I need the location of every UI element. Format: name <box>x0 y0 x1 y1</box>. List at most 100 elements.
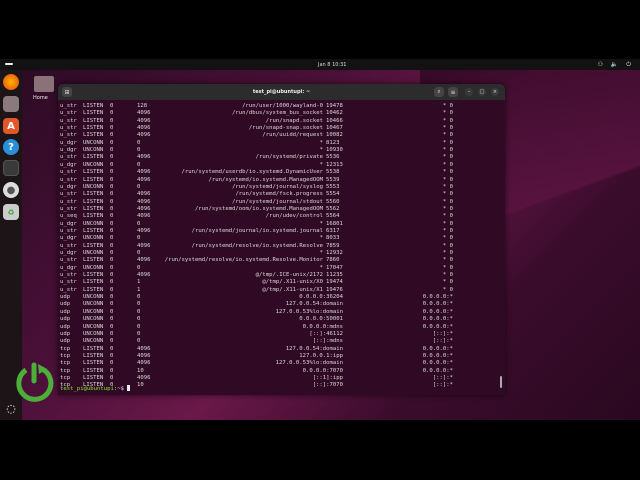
local-address: 127.0.0.53%lo:domain <box>275 360 343 367</box>
state: UNCONN <box>83 338 104 345</box>
help-icon[interactable]: ? <box>3 139 19 155</box>
recv-q: 0 <box>110 279 114 286</box>
scrollbar[interactable] <box>500 376 502 388</box>
port: 10466 <box>326 117 343 124</box>
state: LISTEN <box>83 191 104 198</box>
local-address: /run/systemd/resolve/io.systemd.Resolve <box>191 242 323 249</box>
recv-q: 0 <box>110 286 114 293</box>
local-address: /run/systemd/journal/stdout <box>232 198 323 205</box>
local-address: 0.0.0.0:7070 <box>302 367 343 374</box>
netid: tcp <box>60 374 71 381</box>
prompt-path: :~$ <box>113 386 128 392</box>
send-q: 0 <box>137 250 141 256</box>
port: 8123 <box>326 139 340 146</box>
socket-row: u_dgr UNCONN 0 0 * 10930 * 0 <box>58 147 505 154</box>
terminal-window[interactable]: ⊞ test_pi@ubuntupi: ~ ⌕ ≡ – □ × u_str LIS… <box>58 84 505 395</box>
maximize-icon[interactable]: □ <box>478 88 486 96</box>
trash-icon[interactable]: ♻ <box>3 204 19 220</box>
netid: u_str <box>60 125 77 132</box>
local-address: * <box>319 250 323 256</box>
terminal-titlebar[interactable]: ⊞ test_pi@ubuntupi: ~ ⌕ ≡ – □ × <box>58 84 505 100</box>
port: 17047 <box>326 264 343 271</box>
local-address: /run/udev/control <box>265 213 323 220</box>
netid: u_dgr <box>60 147 77 154</box>
socket-row: u_str LISTEN 0 4096/run/snapd.socket 10466 * … <box>58 118 505 125</box>
peer-address: * 0 <box>442 191 453 198</box>
send-q: 0 <box>137 294 141 301</box>
port: 12313 <box>326 161 343 168</box>
state: UNCONN <box>83 301 104 308</box>
netid: u_dgr <box>60 139 77 146</box>
recv-q: 0 <box>110 220 114 227</box>
socket-row: u_str LISTEN 0 4096/run/uuidd/request 10082 *… <box>58 132 505 139</box>
cursor <box>127 385 131 391</box>
port: 12932 <box>326 250 343 256</box>
recv-q: 0 <box>110 235 114 242</box>
state: LISTEN <box>83 110 104 117</box>
port: 19474 <box>326 279 343 286</box>
state: LISTEN <box>83 169 104 176</box>
local-address: * <box>319 235 323 242</box>
activities-button[interactable] <box>5 63 13 65</box>
minimize-icon[interactable]: – <box>465 88 473 96</box>
socket-row: udp UNCONN 0 0 127.0.0.54:domain 0.0.0.0:* <box>58 301 505 308</box>
state: UNCONN <box>83 183 104 190</box>
app-center-icon[interactable]: A <box>3 118 19 134</box>
shell-prompt[interactable]: test_pi@ubuntupi:~$ <box>60 385 131 392</box>
system-tray[interactable]: ⚇ 🔈 ⏻ <box>598 61 634 69</box>
send-q: 4096 <box>137 213 151 220</box>
peer-address: * 0 <box>442 161 453 168</box>
peer-address: * 0 <box>442 154 453 161</box>
peer-address: * 0 <box>442 125 453 132</box>
top-bar: Jan 8 10:31 ⚇ 🔈 ⏻ <box>0 59 640 70</box>
firefox-icon[interactable] <box>3 74 19 90</box>
state: LISTEN <box>83 227 104 234</box>
terminal-icon[interactable] <box>3 160 19 176</box>
netid: u_str <box>60 227 77 234</box>
state: LISTEN <box>83 279 104 286</box>
recv-q: 0 <box>110 316 114 323</box>
port: 7859 <box>326 242 340 249</box>
socket-row: u_str LISTEN 0 4096/run/systemd/userdb/io.s… <box>58 169 505 176</box>
search-icon[interactable]: ⌕ <box>434 87 444 97</box>
peer-address: * 0 <box>442 147 453 154</box>
peer-address: [::]:* <box>432 382 453 389</box>
state: LISTEN <box>83 198 104 205</box>
recv-q: 0 <box>110 250 114 256</box>
state: LISTEN <box>83 125 104 132</box>
send-q: 4096 <box>137 205 151 212</box>
peer-address: * 0 <box>442 198 453 205</box>
netid: u_str <box>60 257 77 264</box>
peer-address: * 0 <box>442 272 453 279</box>
home-folder-icon[interactable] <box>34 76 54 92</box>
send-q: 4096 <box>137 374 151 381</box>
socket-row: udp UNCONN 0 0 127.0.0.53%lo:domain 0.0.0.0:* <box>58 309 505 316</box>
send-q: 0 <box>137 161 141 168</box>
recv-q: 0 <box>110 374 114 381</box>
netid: u_dgr <box>60 235 77 242</box>
port: 5538 <box>326 169 340 176</box>
files-icon[interactable] <box>3 96 19 112</box>
send-q: 4096 <box>137 198 151 205</box>
state: LISTEN <box>83 132 104 139</box>
send-q: 0 <box>137 330 141 337</box>
state: UNCONN <box>83 147 104 154</box>
socket-row: udp UNCONN 0 0 [::]:46112 [::]:* <box>58 331 505 338</box>
port: 11235 <box>326 272 343 279</box>
menu-icon[interactable]: ≡ <box>448 87 458 97</box>
socket-row: u_str LISTEN 0 4096/run/systemd/resolve/io.… <box>58 243 505 250</box>
netid: tcp <box>60 367 71 374</box>
local-address: /run/snapd-snap.socket <box>248 125 323 132</box>
peer-address: * 0 <box>442 213 453 220</box>
netid: u_str <box>60 279 77 286</box>
recv-q: 0 <box>110 213 114 220</box>
socket-row: u_str LISTEN 0 4096/run/snapd-snap.socket 10… <box>58 125 505 132</box>
netid: u_str <box>60 286 77 293</box>
clock[interactable]: Jan 8 10:31 <box>318 62 346 68</box>
disc-icon[interactable]: ● <box>3 182 19 198</box>
local-address: @/tmp/.ICE-unix/2172 <box>255 272 323 279</box>
peer-address: * 0 <box>442 110 453 117</box>
socket-row: u_dgr UNCONN 0 0 * 16801 * 0 <box>58 221 505 228</box>
close-icon[interactable]: × <box>491 88 499 96</box>
netid: tcp <box>60 360 71 367</box>
